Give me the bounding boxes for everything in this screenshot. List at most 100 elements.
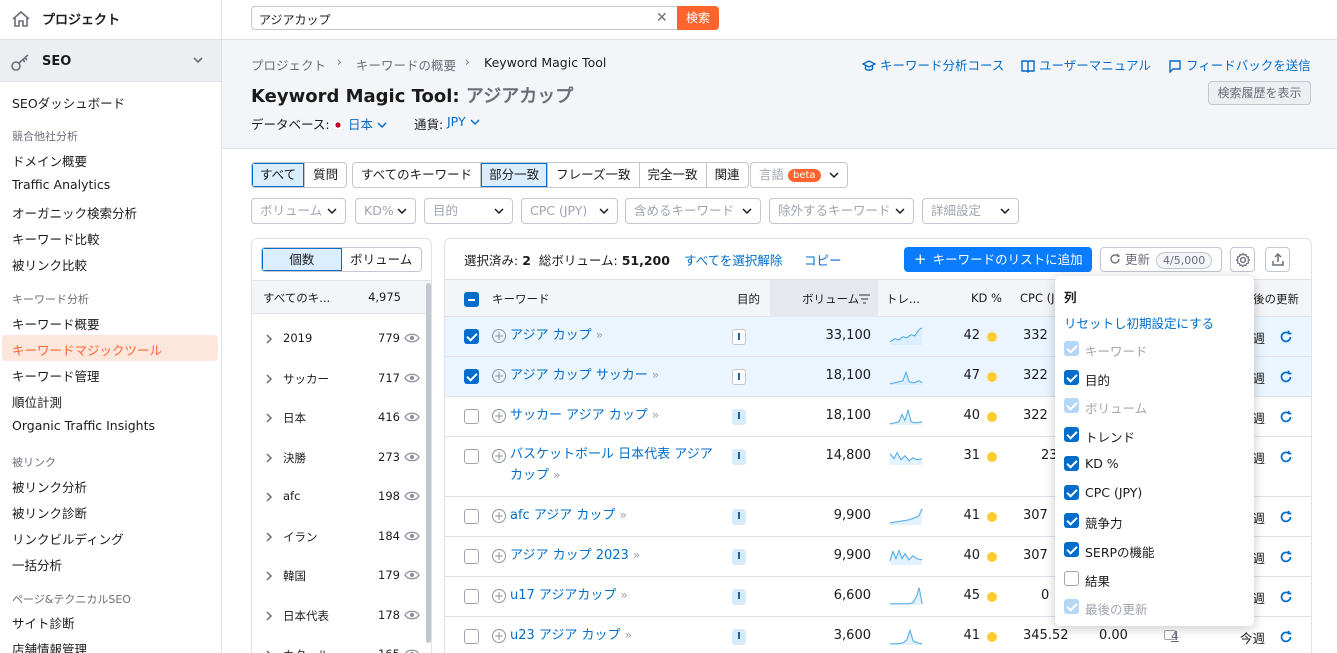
sidebar-item-backlink-audit[interactable]: 被リンク診断 <box>12 503 87 522</box>
sidebar-item-backlink-gap[interactable]: 被リンク比較 <box>12 255 87 274</box>
filter-broad-match[interactable]: 部分一致 <box>481 163 549 187</box>
eye-icon[interactable] <box>404 371 420 385</box>
row-checkbox[interactable] <box>464 449 479 464</box>
column-checkbox[interactable] <box>1064 455 1079 471</box>
keyword-group-row[interactable]: afc 198 <box>252 477 428 516</box>
filter-questions[interactable]: 質問 <box>305 163 346 187</box>
keyword-details-icon[interactable]: » <box>553 468 560 482</box>
clear-icon[interactable]: ✕ <box>656 10 668 26</box>
deselect-all-link[interactable]: すべてを選択解除 <box>684 250 782 269</box>
column-header-volume[interactable]: ボリューム <box>802 291 859 307</box>
chevron-right-icon[interactable] <box>265 452 273 463</box>
sidebar-item-dashboard[interactable]: SEOダッシュボード <box>12 93 125 112</box>
keyword-group-row[interactable]: 日本 416 <box>252 398 428 437</box>
add-keyword-icon[interactable]: + <box>492 409 506 423</box>
volume-filter[interactable]: ボリューム <box>251 198 346 224</box>
column-checkbox[interactable] <box>1064 541 1079 557</box>
keyword-link[interactable]: バスケットボール 日本代表 アジア カップ » <box>510 445 720 486</box>
sort-icon[interactable] <box>859 294 870 304</box>
keyword-link[interactable]: afc アジア カップ » <box>510 505 720 526</box>
filter-all[interactable]: すべて <box>252 163 306 187</box>
sidebar-item-seo[interactable]: SEO <box>0 40 221 82</box>
keyword-link[interactable]: アジア カップ サッカー » <box>510 365 720 386</box>
column-checkbox[interactable] <box>1064 427 1079 443</box>
column-header-last-update[interactable]: 後の更新 <box>1253 291 1299 307</box>
keyword-details-icon[interactable]: » <box>652 368 659 382</box>
row-checkbox[interactable] <box>464 629 479 644</box>
keyword-link[interactable]: u17 アジアカップ » <box>510 585 720 606</box>
row-checkbox[interactable] <box>464 369 479 384</box>
refresh-icon[interactable] <box>1279 550 1293 564</box>
copy-link[interactable]: コピー <box>804 250 842 269</box>
column-header-keyword[interactable]: キーワード <box>492 291 550 307</box>
column-checkbox[interactable] <box>1064 570 1079 586</box>
database-select[interactable]: 日本 <box>331 114 387 133</box>
keyword-group-row[interactable]: カタール 165 <box>252 635 428 653</box>
keyword-details-icon[interactable]: » <box>625 628 632 642</box>
keyword-details-icon[interactable]: » <box>596 328 603 342</box>
sidebar-item-domain-overview[interactable]: ドメイン概要 <box>12 151 87 170</box>
include-keywords-filter[interactable]: 含めるキーワード <box>625 198 761 224</box>
keyword-group-row[interactable]: 決勝 273 <box>252 438 428 477</box>
refresh-icon[interactable] <box>1279 590 1293 604</box>
export-button[interactable] <box>1265 247 1290 272</box>
keyword-group-row[interactable]: 韓国 179 <box>252 556 428 595</box>
keyword-details-icon[interactable]: » <box>621 588 628 602</box>
column-header-kd[interactable]: KD % <box>971 291 1002 305</box>
chevron-right-icon[interactable] <box>265 492 273 502</box>
scrollbar[interactable] <box>426 283 431 643</box>
add-keyword-icon[interactable]: + <box>492 329 506 343</box>
chevron-right-icon[interactable] <box>265 571 273 581</box>
sidebar-item-bulk-analysis[interactable]: 一括分析 <box>12 555 62 574</box>
filter-phrase-match[interactable]: フレーズ一致 <box>548 163 640 187</box>
sidebar-item-traffic-analytics[interactable]: Traffic Analytics <box>12 177 110 192</box>
sidebar-item-organic-traffic-insights[interactable]: Organic Traffic Insights <box>12 418 155 433</box>
eye-icon[interactable] <box>404 489 420 503</box>
column-settings-button[interactable] <box>1230 247 1255 272</box>
chevron-right-icon[interactable] <box>265 413 273 423</box>
filter-all-keywords[interactable]: すべてのキーワード <box>353 163 482 187</box>
cpc-filter[interactable]: CPC (JPY) <box>521 198 618 224</box>
chevron-right-icon[interactable] <box>265 531 273 542</box>
feedback-link[interactable]: フィードバックを送信 <box>1168 55 1311 74</box>
keyword-link[interactable]: アジア カップ 2023 » <box>510 545 720 566</box>
column-checkbox[interactable] <box>1064 484 1079 500</box>
keyword-link[interactable]: サッカー アジア カップ » <box>510 405 720 426</box>
sidebar-item-link-building[interactable]: リンクビルディング <box>12 529 124 548</box>
eye-icon[interactable] <box>404 450 420 464</box>
refresh-icon[interactable] <box>1279 450 1293 464</box>
sidebar-item-keyword-manager[interactable]: キーワード管理 <box>12 366 100 385</box>
kd-filter[interactable]: KD% <box>355 198 416 224</box>
sidebar-item-position-tracking[interactable]: 順位計測 <box>12 392 62 411</box>
select-all-checkbox[interactable] <box>464 292 479 307</box>
manual-link[interactable]: ユーザーマニュアル <box>1021 55 1151 74</box>
refresh-icon[interactable] <box>1279 630 1293 644</box>
reset-columns-link[interactable]: リセットし初期設定にする <box>1064 313 1214 332</box>
update-button[interactable]: 更新 4/5,000 <box>1100 247 1222 272</box>
currency-select[interactable]: JPY <box>447 114 480 129</box>
eye-icon[interactable] <box>404 529 420 543</box>
row-checkbox[interactable] <box>464 549 479 564</box>
keyword-group-row[interactable]: 2019 779 <box>252 319 428 358</box>
add-keyword-icon[interactable]: + <box>492 589 506 603</box>
add-keyword-icon[interactable]: + <box>492 549 506 563</box>
column-header-trend[interactable]: トレ... <box>886 291 920 307</box>
sidebar-item-keyword-magic-tool[interactable]: キーワードマジックツール <box>12 340 162 359</box>
sort-by-count[interactable]: 個数 <box>262 248 342 271</box>
sidebar-item-listing-management[interactable]: 店舗情報管理 <box>12 639 87 653</box>
add-keyword-icon[interactable]: + <box>492 369 506 383</box>
refresh-icon[interactable] <box>1279 370 1293 384</box>
keyword-details-icon[interactable]: » <box>633 548 640 562</box>
sort-by-volume[interactable]: ボリューム <box>342 248 422 271</box>
eye-icon[interactable] <box>404 410 420 424</box>
keyword-group-row[interactable]: サッカー 717 <box>252 359 428 398</box>
add-keyword-icon[interactable]: + <box>492 629 506 643</box>
serp-features-count[interactable]: 4 <box>1171 628 1179 643</box>
refresh-icon[interactable] <box>1279 330 1293 344</box>
row-checkbox[interactable] <box>464 329 479 344</box>
keyword-group-row[interactable]: イラン 184 <box>252 517 428 556</box>
search-history-button[interactable]: 検索履歴を表示 <box>1208 81 1311 105</box>
sidebar-item-site-audit[interactable]: サイト診断 <box>12 613 75 632</box>
column-header-cpc[interactable]: CPC (J <box>1020 291 1055 305</box>
row-checkbox[interactable] <box>464 509 479 524</box>
